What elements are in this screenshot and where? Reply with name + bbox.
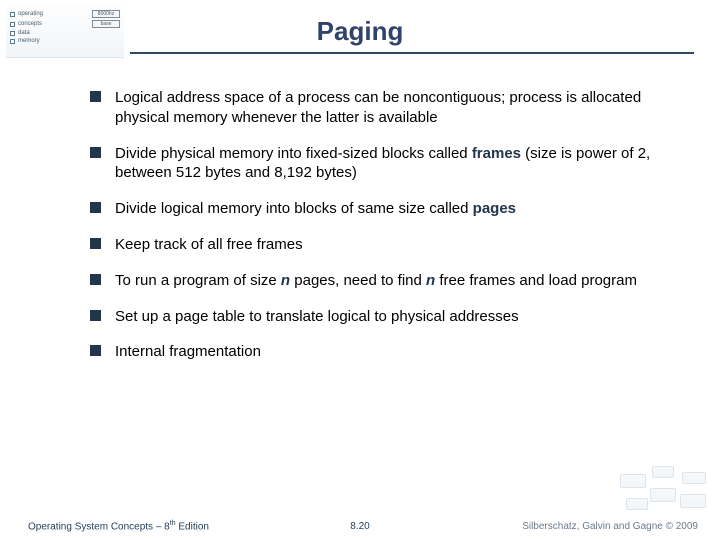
footer-right: Silberschatz, Galvin and Gagne © 2009 bbox=[522, 521, 698, 532]
list-item: Divide physical memory into fixed-sized … bbox=[90, 144, 678, 184]
list-item-text: Divide logical memory into blocks of sam… bbox=[115, 199, 516, 219]
footer-left: Operating System Concepts – 8th Edition bbox=[28, 520, 209, 532]
list-item: Keep track of all free frames bbox=[90, 235, 678, 255]
list-item-text: To run a program of size n pages, need t… bbox=[115, 271, 637, 291]
thumb-text: data bbox=[18, 30, 30, 36]
corner-thumbnail: operating 8000hz concepts base data memo… bbox=[6, 6, 124, 58]
thumb-text: memory bbox=[18, 38, 40, 44]
list-item-text: Divide physical memory into fixed-sized … bbox=[115, 144, 678, 184]
list-item: Divide logical memory into blocks of sam… bbox=[90, 199, 678, 219]
list-item: To run a program of size n pages, need t… bbox=[90, 271, 678, 291]
square-bullet-icon bbox=[90, 91, 101, 102]
list-item: Internal fragmentation bbox=[90, 342, 678, 362]
square-bullet-icon bbox=[90, 310, 101, 321]
list-item-text: Keep track of all free frames bbox=[115, 235, 303, 255]
list-item-text: Logical address space of a process can b… bbox=[115, 88, 678, 128]
corner-diagram-deco bbox=[616, 464, 712, 518]
square-bullet-icon bbox=[90, 345, 101, 356]
footer-page-number: 8.20 bbox=[350, 521, 369, 532]
thumb-box: 8000hz bbox=[92, 10, 120, 18]
square-bullet-icon bbox=[90, 238, 101, 249]
footer: Operating System Concepts – 8th Edition … bbox=[0, 520, 720, 532]
list-item: Logical address space of a process can b… bbox=[90, 88, 678, 128]
list-item: Set up a page table to translate logical… bbox=[90, 307, 678, 327]
slide-title: Paging bbox=[317, 16, 404, 50]
title-underline bbox=[130, 52, 694, 54]
thumb-box: base bbox=[92, 20, 120, 28]
square-bullet-icon bbox=[90, 147, 101, 158]
square-bullet-icon bbox=[90, 202, 101, 213]
bullet-list: Logical address space of a process can b… bbox=[90, 88, 678, 362]
thumb-text: operating bbox=[18, 11, 43, 17]
list-item-text: Set up a page table to translate logical… bbox=[115, 307, 519, 327]
list-item-text: Internal fragmentation bbox=[115, 342, 261, 362]
square-bullet-icon bbox=[90, 274, 101, 285]
thumb-text: concepts bbox=[18, 21, 42, 27]
